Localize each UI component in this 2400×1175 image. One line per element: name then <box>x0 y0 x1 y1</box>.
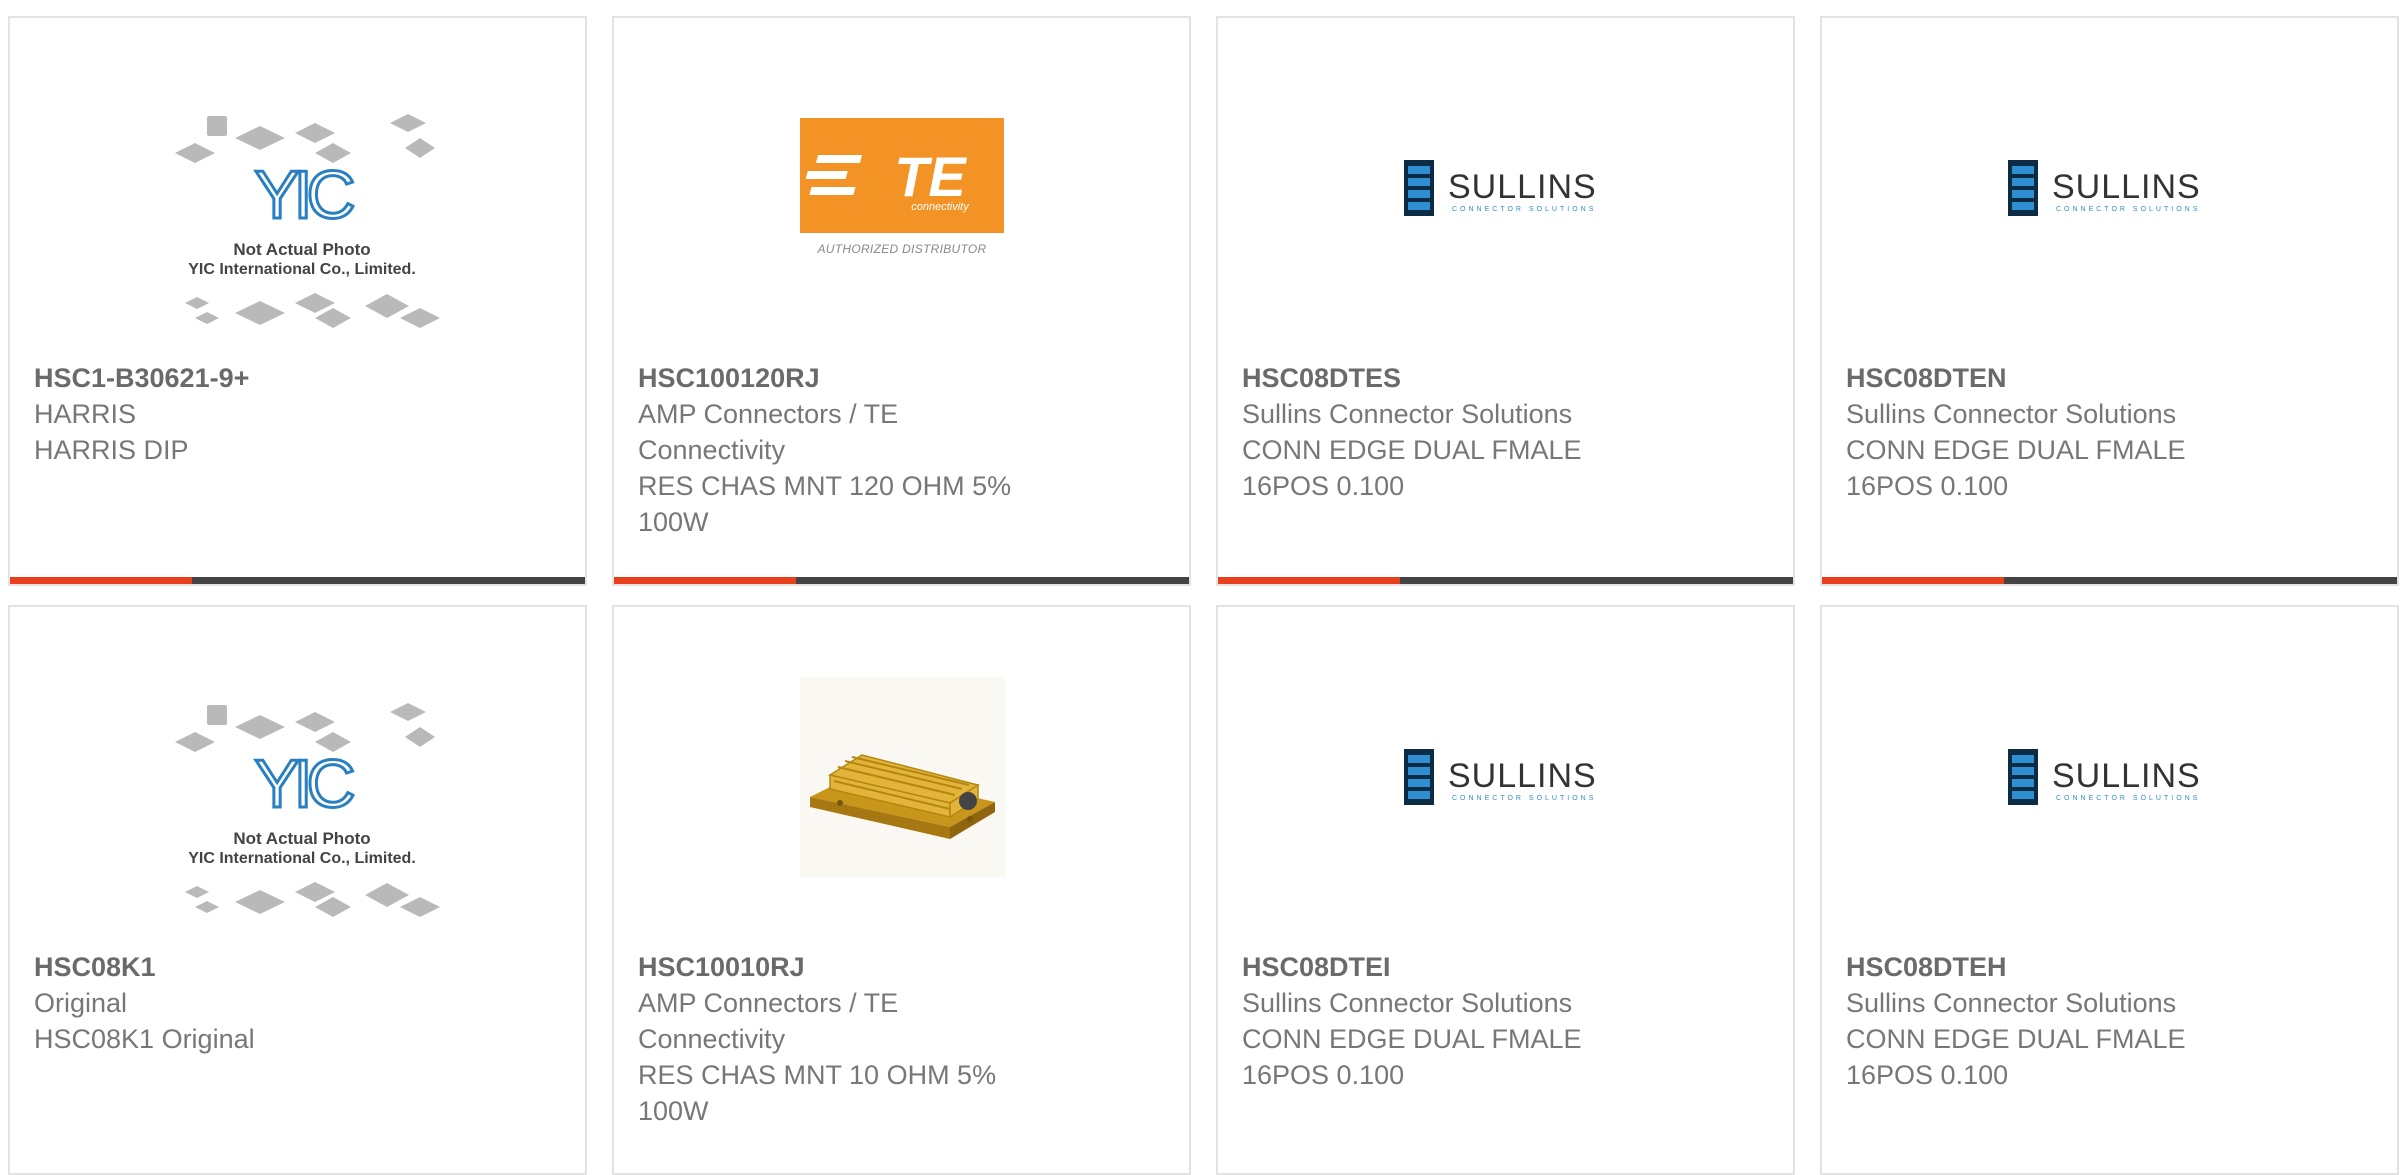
te-logo-caption: AUTHORIZED DISTRIBUTOR <box>817 242 987 256</box>
product-card[interactable]: SULLINS CONNECTOR SOLUTIONS HSC08DTEI Su… <box>1216 605 1795 1175</box>
card-bottom-bar <box>1822 577 2397 584</box>
product-card[interactable]: TE connectivity AUTHORIZED DISTRIBUTOR H… <box>612 16 1191 586</box>
product-image[interactable]: YIC Not Actual Photo YIC International C… <box>10 607 585 952</box>
description: RES CHAS MNT 10 OHM 5% 100W <box>638 1060 997 1126</box>
part-number[interactable]: HSC08DTEI <box>1242 949 1652 985</box>
te-logo-mark: TE connectivity <box>805 145 970 213</box>
image-caption-line-1: Not Actual Photo <box>233 240 370 259</box>
manufacturer: Original <box>34 988 128 1018</box>
description: CONN EDGE DUAL FMALE 16POS 0.100 <box>1242 1024 1582 1090</box>
description: CONN EDGE DUAL FMALE 16POS 0.100 <box>1242 435 1582 501</box>
sullins-logo-text: SULLINS <box>1448 168 1597 206</box>
sullins-logo-text: SULLINS <box>2052 757 2201 795</box>
description: CONN EDGE DUAL FMALE 16POS 0.100 <box>1846 1024 2186 1090</box>
svg-text:YIC: YIC <box>254 157 353 233</box>
te-logo-text: TE <box>894 145 967 208</box>
product-image[interactable] <box>614 607 1189 952</box>
manufacturer: AMP Connectors / TE Connectivity <box>638 988 899 1054</box>
product-image[interactable]: SULLINS CONNECTOR SOLUTIONS <box>1822 18 2397 363</box>
description: RES CHAS MNT 120 OHM 5% 100W <box>638 471 1012 537</box>
description: CONN EDGE DUAL FMALE 16POS 0.100 <box>1846 435 2186 501</box>
product-image[interactable]: YIC Not Actual Photo YIC International C… <box>10 18 585 363</box>
product-card[interactable]: SULLINS CONNECTOR SOLUTIONS HSC08DTEH Su… <box>1820 605 2399 1175</box>
product-info: HSC08DTEN Sullins Connector Solutions CO… <box>1846 360 2256 504</box>
product-card[interactable]: SULLINS CONNECTOR SOLUTIONS HSC08DTEN Su… <box>1820 16 2399 586</box>
sullins-logo-text: SULLINS <box>2052 168 2201 206</box>
description: HARRIS DIP <box>34 435 189 465</box>
te-logo-subtext: connectivity <box>911 201 970 213</box>
part-number[interactable]: HSC08DTES <box>1242 360 1652 396</box>
manufacturer: AMP Connectors / TE Connectivity <box>638 399 899 465</box>
card-bottom-bar <box>10 577 585 584</box>
product-info: HSC100120RJ AMP Connectors / TE Connecti… <box>638 360 1048 540</box>
product-info: HSC08DTEI Sullins Connector Solutions CO… <box>1242 949 1652 1093</box>
part-number[interactable]: HSC08K1 <box>34 949 444 985</box>
product-image[interactable]: TE connectivity AUTHORIZED DISTRIBUTOR <box>614 18 1189 363</box>
product-image[interactable]: SULLINS CONNECTOR SOLUTIONS <box>1218 18 1793 363</box>
sullins-logo-text: SULLINS <box>1448 757 1597 795</box>
part-number[interactable]: HSC08DTEH <box>1846 949 2256 985</box>
part-number[interactable]: HSC1-B30621-9+ <box>34 360 444 396</box>
sullins-logo: SULLINS CONNECTOR SOLUTIONS <box>1404 160 1597 216</box>
product-image[interactable]: SULLINS CONNECTOR SOLUTIONS <box>1218 607 1793 952</box>
part-number[interactable]: HSC100120RJ <box>638 360 1048 396</box>
sullins-logo: SULLINS CONNECTOR SOLUTIONS <box>2008 749 2201 805</box>
sullins-logo: SULLINS CONNECTOR SOLUTIONS <box>1404 749 1597 805</box>
te-logo-box: TE connectivity <box>800 118 1004 233</box>
manufacturer: Sullins Connector Solutions <box>1242 399 1573 429</box>
sullins-logo-subtext: CONNECTOR SOLUTIONS <box>1452 795 1596 802</box>
product-grid: YIC Not Actual Photo YIC International C… <box>0 0 2400 1175</box>
card-bottom-bar <box>1218 577 1793 584</box>
manufacturer: Sullins Connector Solutions <box>1242 988 1573 1018</box>
product-info: HSC08DTEH Sullins Connector Solutions CO… <box>1846 949 2256 1093</box>
image-caption-line-2: YIC International Co., Limited. <box>188 261 416 278</box>
yic-placeholder-image: YIC Not Actual Photo YIC International C… <box>175 114 440 328</box>
product-image[interactable]: SULLINS CONNECTOR SOLUTIONS <box>1822 607 2397 952</box>
card-accent-bar <box>614 577 796 584</box>
part-number[interactable]: HSC08DTEN <box>1846 360 2256 396</box>
sullins-logo-subtext: CONNECTOR SOLUTIONS <box>1452 206 1596 213</box>
sullins-logo-subtext: CONNECTOR SOLUTIONS <box>2056 206 2200 213</box>
svg-text:YIC: YIC <box>254 746 353 822</box>
card-accent-bar <box>1822 577 2004 584</box>
sullins-logo-subtext: CONNECTOR SOLUTIONS <box>2056 795 2200 802</box>
card-accent-bar <box>10 577 192 584</box>
card-bottom-bar <box>614 577 1189 584</box>
resistor-photo <box>800 677 1005 877</box>
te-logo: TE connectivity AUTHORIZED DISTRIBUTOR <box>800 118 1004 263</box>
card-accent-bar <box>1218 577 1400 584</box>
part-number[interactable]: HSC10010RJ <box>638 949 1048 985</box>
manufacturer: Sullins Connector Solutions <box>1846 399 2177 429</box>
product-info: HSC08DTES Sullins Connector Solutions CO… <box>1242 360 1652 504</box>
image-caption-line-1: Not Actual Photo <box>233 829 370 848</box>
product-info: HSC08K1 Original HSC08K1 Original <box>34 949 444 1057</box>
product-info: HSC1-B30621-9+ HARRIS HARRIS DIP <box>34 360 444 468</box>
description: HSC08K1 Original <box>34 1024 255 1054</box>
yic-placeholder-image: YIC Not Actual Photo YIC International C… <box>175 703 440 917</box>
product-card[interactable]: YIC Not Actual Photo YIC International C… <box>8 16 587 586</box>
manufacturer: Sullins Connector Solutions <box>1846 988 2177 1018</box>
product-card[interactable]: SULLINS CONNECTOR SOLUTIONS HSC08DTES Su… <box>1216 16 1795 586</box>
image-caption-line-2: YIC International Co., Limited. <box>188 850 416 867</box>
manufacturer: HARRIS <box>34 399 137 429</box>
sullins-logo: SULLINS CONNECTOR SOLUTIONS <box>2008 160 2201 216</box>
product-info: HSC10010RJ AMP Connectors / TE Connectiv… <box>638 949 1048 1129</box>
product-card[interactable]: HSC10010RJ AMP Connectors / TE Connectiv… <box>612 605 1191 1175</box>
product-card[interactable]: YIC Not Actual Photo YIC International C… <box>8 605 587 1175</box>
